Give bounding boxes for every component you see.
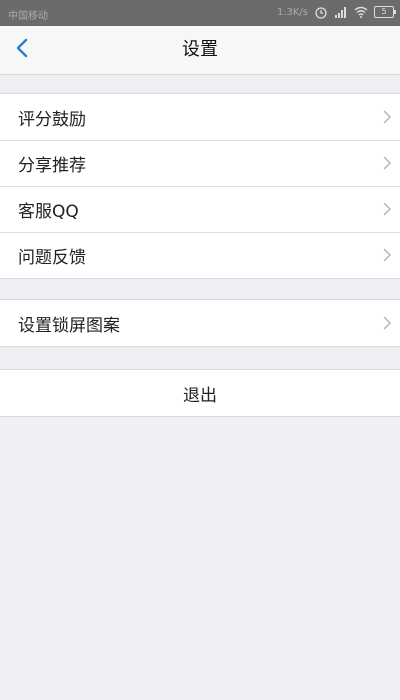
menu-item-label: 评分鼓励 (18, 109, 86, 130)
logout-button[interactable]: 退出 (0, 369, 400, 417)
chevron-right-icon (382, 247, 392, 263)
settings-group-security: 设置锁屏图案 (0, 299, 400, 347)
battery-icon: 5 (374, 6, 396, 18)
carrier-label: 中国移动 (8, 11, 48, 22)
page-title: 设置 (182, 39, 218, 60)
menu-item-label: 设置锁屏图案 (18, 315, 120, 336)
chevron-right-icon (382, 315, 392, 331)
menu-item-lock-pattern[interactable]: 设置锁屏图案 (0, 300, 400, 346)
menu-item-rate[interactable]: 评分鼓励 (0, 94, 400, 140)
signal-icon (334, 5, 348, 19)
chevron-right-icon (382, 201, 392, 217)
menu-item-share[interactable]: 分享推荐 (0, 140, 400, 186)
settings-group-main: 评分鼓励 分享推荐 客服QQ 问题反馈 (0, 93, 400, 279)
chevron-right-icon (382, 155, 392, 171)
menu-item-label: 问题反馈 (18, 247, 86, 268)
menu-item-feedback[interactable]: 问题反馈 (0, 232, 400, 278)
chevron-right-icon (382, 109, 392, 125)
navigation-bar: 设置 (0, 26, 400, 75)
alarm-icon (314, 5, 328, 19)
status-right: 1.3K/s 5 (276, 5, 396, 19)
logout-label: 退出 (183, 385, 217, 406)
wifi-icon (354, 5, 368, 19)
menu-item-label: 分享推荐 (18, 155, 86, 176)
menu-item-support-qq[interactable]: 客服QQ (0, 186, 400, 232)
menu-item-label: 客服QQ (18, 201, 79, 222)
status-bar: 中国移动 1.3K/s 5 (0, 0, 400, 26)
network-speed: 1.3K/s (276, 6, 308, 18)
